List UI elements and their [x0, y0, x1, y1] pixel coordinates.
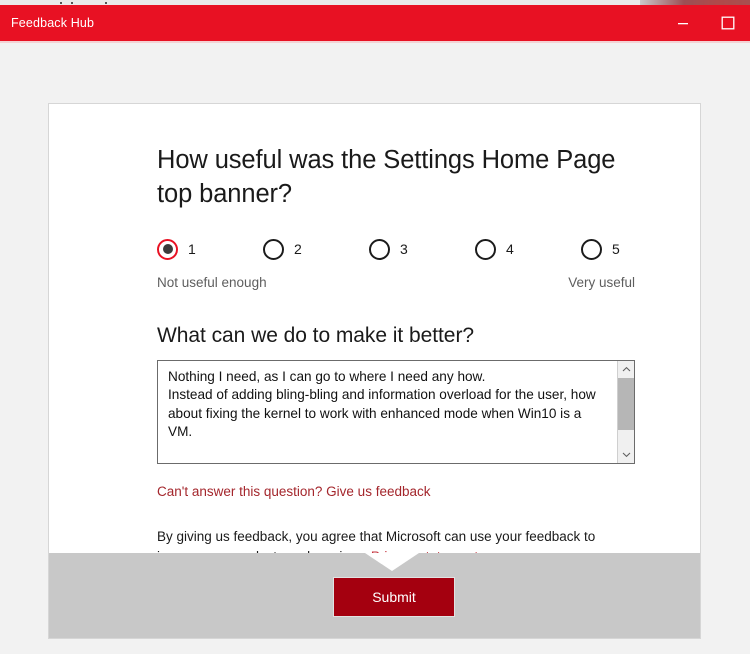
page-title: How useful was the Settings Home Page to…: [157, 146, 616, 208]
survey-card-content: How useful was the Settings Home Page to…: [49, 104, 700, 638]
section-title-improvement: What can we do to make it better?: [157, 323, 475, 347]
app-window: Feedback Hub How useful was the Settings…: [0, 0, 750, 654]
survey-body: How useful was the Settings Home Page to…: [49, 104, 700, 567]
rating-option-1-label: 1: [188, 241, 196, 258]
cant-answer-link[interactable]: Can't answer this question? Give us feed…: [157, 484, 430, 499]
chevron-up-icon: [622, 360, 631, 378]
survey-card: How useful was the Settings Home Page to…: [48, 103, 701, 639]
minimize-button[interactable]: [660, 5, 705, 41]
desktop-artifact: [71, 2, 73, 4]
window-title: Feedback Hub: [11, 16, 95, 30]
rating-option-5-label: 5: [612, 241, 620, 258]
rating-low-label: Not useful enough: [157, 274, 267, 290]
submit-bar-notch: [365, 553, 419, 571]
rating-option-3-label: 3: [400, 241, 408, 258]
chevron-down-icon: [622, 445, 631, 463]
title-bar[interactable]: Feedback Hub: [0, 5, 750, 41]
maximize-icon: [721, 16, 735, 30]
rating-high-label: Very useful: [568, 274, 635, 290]
feedback-textarea[interactable]: Nothing I need, as I can go to where I n…: [157, 359, 635, 464]
rating-radio-group[interactable]: 1 2 3 4 5: [157, 238, 635, 260]
page-background: How useful was the Settings Home Page to…: [0, 43, 750, 654]
rating-option-2[interactable]: 2: [263, 238, 369, 260]
scrollbar-thumb[interactable]: [618, 377, 634, 430]
rating-option-2-label: 2: [294, 241, 302, 258]
radio-icon-3[interactable]: [369, 238, 390, 260]
rating-option-4-label: 4: [506, 241, 514, 258]
scroll-down-button[interactable]: [618, 445, 634, 463]
rating-option-5[interactable]: 5: [581, 238, 620, 260]
minimize-icon: [677, 17, 689, 29]
submit-bar: Submit: [49, 553, 700, 638]
maximize-button[interactable]: [705, 5, 750, 41]
textarea-scrollbar[interactable]: [617, 360, 634, 463]
rating-option-4[interactable]: 4: [475, 238, 581, 260]
desktop-artifact: [105, 2, 107, 4]
submit-button[interactable]: Submit: [333, 577, 455, 617]
desktop-artifact: [60, 2, 62, 4]
radio-icon-5[interactable]: [581, 238, 602, 260]
window-controls: [660, 5, 750, 41]
rating-option-3[interactable]: 3: [369, 238, 475, 260]
feedback-textarea-value[interactable]: Nothing I need, as I can go to where I n…: [158, 361, 610, 463]
scroll-up-button[interactable]: [618, 360, 634, 378]
radio-icon-4[interactable]: [475, 238, 496, 260]
radio-icon-2[interactable]: [263, 238, 284, 260]
radio-icon-1[interactable]: [157, 238, 178, 260]
rating-option-1[interactable]: 1: [157, 238, 263, 260]
rating-scale-labels: Not useful enough Very useful: [157, 275, 635, 290]
